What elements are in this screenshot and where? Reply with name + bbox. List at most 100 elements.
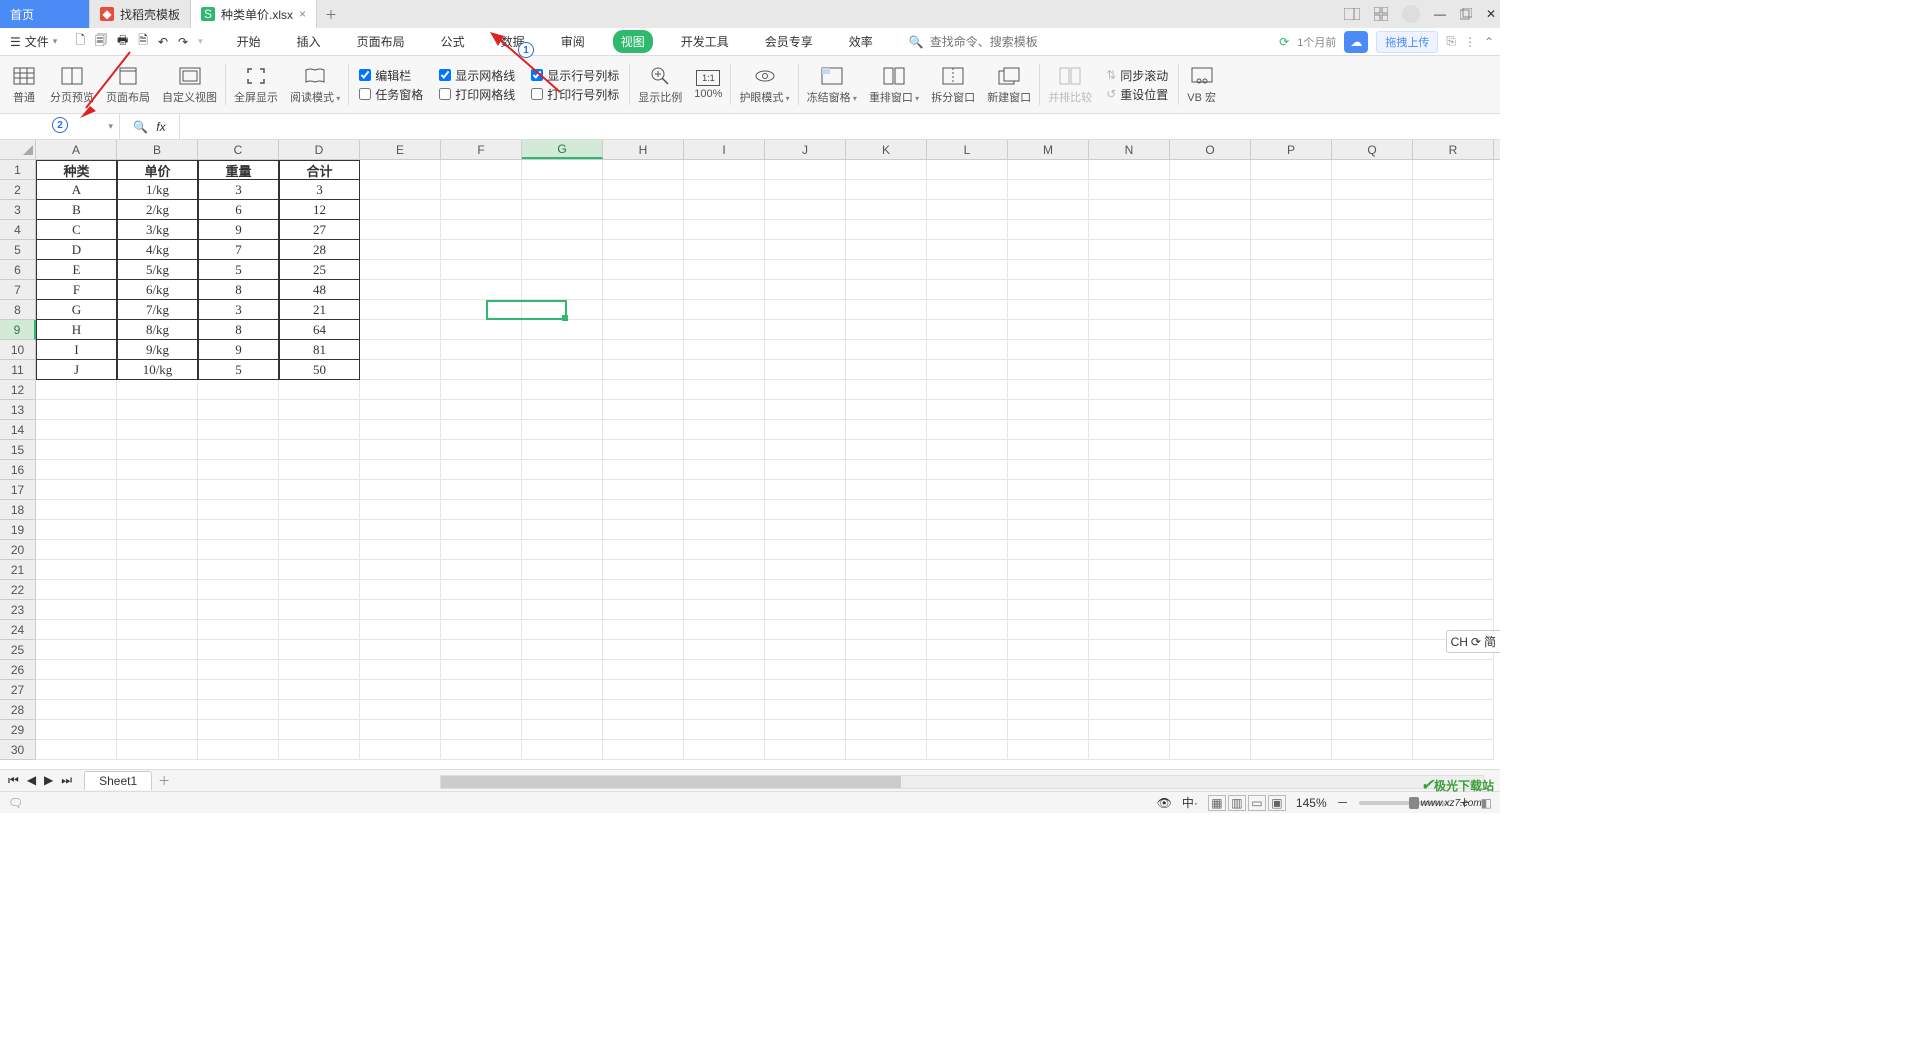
cell-R13[interactable]	[1413, 400, 1494, 420]
cell-B20[interactable]	[117, 540, 198, 560]
close-icon[interactable]: ×	[299, 7, 306, 21]
cell-Q2[interactable]	[1332, 180, 1413, 200]
cell-A21[interactable]	[36, 560, 117, 580]
cell-J1[interactable]	[765, 160, 846, 180]
nav-next-icon[interactable]: ▶	[44, 773, 53, 788]
cell-E12[interactable]	[360, 380, 441, 400]
cell-L8[interactable]	[927, 300, 1008, 320]
cell-C22[interactable]	[198, 580, 279, 600]
cell-Q29[interactable]	[1332, 720, 1413, 740]
cell-N9[interactable]	[1089, 320, 1170, 340]
cell-O1[interactable]	[1170, 160, 1251, 180]
cell-I7[interactable]	[684, 280, 765, 300]
cell-M16[interactable]	[1008, 460, 1089, 480]
cell-R6[interactable]	[1413, 260, 1494, 280]
cell-H30[interactable]	[603, 740, 684, 760]
cell-K23[interactable]	[846, 600, 927, 620]
cell-P24[interactable]	[1251, 620, 1332, 640]
cell-K29[interactable]	[846, 720, 927, 740]
cell-I10[interactable]	[684, 340, 765, 360]
cell-L12[interactable]	[927, 380, 1008, 400]
cell-K5[interactable]	[846, 240, 927, 260]
cell-O16[interactable]	[1170, 460, 1251, 480]
row-27[interactable]: 27	[0, 680, 36, 700]
cell-P7[interactable]	[1251, 280, 1332, 300]
print-icon[interactable]: 🖶	[117, 31, 128, 52]
cell-L29[interactable]	[927, 720, 1008, 740]
cell-R26[interactable]	[1413, 660, 1494, 680]
cell-O28[interactable]	[1170, 700, 1251, 720]
cell-N19[interactable]	[1089, 520, 1170, 540]
cell-A1[interactable]: 种类	[36, 160, 117, 180]
cell-C30[interactable]	[198, 740, 279, 760]
cell-F6[interactable]	[441, 260, 522, 280]
cell-G17[interactable]	[522, 480, 603, 500]
cell-J18[interactable]	[765, 500, 846, 520]
cell-C16[interactable]	[198, 460, 279, 480]
cell-I4[interactable]	[684, 220, 765, 240]
cell-E9[interactable]	[360, 320, 441, 340]
cell-G18[interactable]	[522, 500, 603, 520]
cell-J14[interactable]	[765, 420, 846, 440]
cell-M14[interactable]	[1008, 420, 1089, 440]
cell-B26[interactable]	[117, 660, 198, 680]
cell-E14[interactable]	[360, 420, 441, 440]
cell-D5[interactable]: 28	[279, 240, 360, 260]
cell-C4[interactable]: 9	[198, 220, 279, 240]
cell-A23[interactable]	[36, 600, 117, 620]
cell-K26[interactable]	[846, 660, 927, 680]
cell-N11[interactable]	[1089, 360, 1170, 380]
cell-D11[interactable]: 50	[279, 360, 360, 380]
cell-Q28[interactable]	[1332, 700, 1413, 720]
preview-icon[interactable]: 🗎	[138, 31, 148, 52]
cell-D21[interactable]	[279, 560, 360, 580]
cell-C28[interactable]	[198, 700, 279, 720]
ribbon-tab-视图[interactable]: 视图	[613, 30, 653, 53]
cell-K13[interactable]	[846, 400, 927, 420]
cell-P6[interactable]	[1251, 260, 1332, 280]
cell-F28[interactable]	[441, 700, 522, 720]
rb-customview[interactable]: 自定义视图	[156, 58, 223, 111]
cell-J5[interactable]	[765, 240, 846, 260]
cell-P1[interactable]	[1251, 160, 1332, 180]
row-15[interactable]: 15	[0, 440, 36, 460]
cell-A22[interactable]	[36, 580, 117, 600]
cell-K30[interactable]	[846, 740, 927, 760]
cell-H26[interactable]	[603, 660, 684, 680]
cell-E17[interactable]	[360, 480, 441, 500]
cell-E4[interactable]	[360, 220, 441, 240]
cell-A5[interactable]: D	[36, 240, 117, 260]
cell-R22[interactable]	[1413, 580, 1494, 600]
cell-I23[interactable]	[684, 600, 765, 620]
cell-A2[interactable]: A	[36, 180, 117, 200]
cell-J20[interactable]	[765, 540, 846, 560]
cell-B27[interactable]	[117, 680, 198, 700]
more-icon[interactable]: ⋮	[1464, 35, 1476, 49]
cell-B14[interactable]	[117, 420, 198, 440]
cell-H6[interactable]	[603, 260, 684, 280]
cell-D2[interactable]: 3	[279, 180, 360, 200]
cell-C20[interactable]	[198, 540, 279, 560]
cell-O5[interactable]	[1170, 240, 1251, 260]
cell-A26[interactable]	[36, 660, 117, 680]
cell-E15[interactable]	[360, 440, 441, 460]
cell-K15[interactable]	[846, 440, 927, 460]
rb-newwin[interactable]: 新建窗口	[981, 58, 1037, 111]
cell-B3[interactable]: 2/kg	[117, 200, 198, 220]
cell-M10[interactable]	[1008, 340, 1089, 360]
cell-Q27[interactable]	[1332, 680, 1413, 700]
cell-M15[interactable]	[1008, 440, 1089, 460]
cell-L5[interactable]	[927, 240, 1008, 260]
cell-J7[interactable]	[765, 280, 846, 300]
cell-G12[interactable]	[522, 380, 603, 400]
row-30[interactable]: 30	[0, 740, 36, 760]
cell-G13[interactable]	[522, 400, 603, 420]
cell-A3[interactable]: B	[36, 200, 117, 220]
cell-P30[interactable]	[1251, 740, 1332, 760]
cell-J26[interactable]	[765, 660, 846, 680]
cell-G14[interactable]	[522, 420, 603, 440]
cell-J23[interactable]	[765, 600, 846, 620]
cell-P21[interactable]	[1251, 560, 1332, 580]
cell-N22[interactable]	[1089, 580, 1170, 600]
col-G[interactable]: G	[522, 140, 603, 159]
